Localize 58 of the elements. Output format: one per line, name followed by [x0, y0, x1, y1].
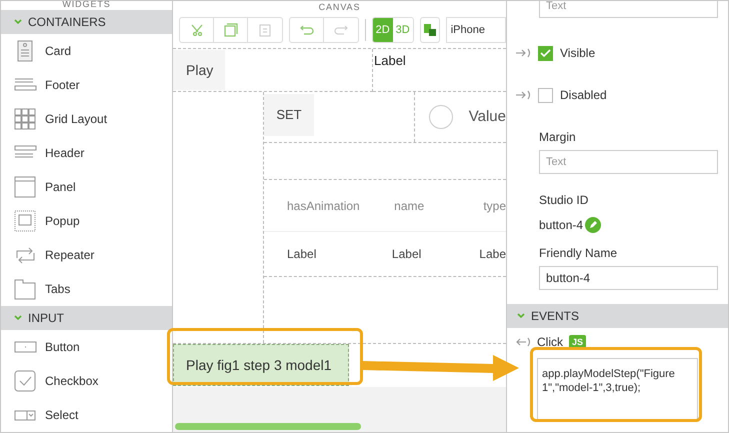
tabs-widget-icon: [14, 278, 37, 300]
device-select[interactable]: iPhone: [446, 17, 506, 43]
widget-item[interactable]: Footer: [1, 68, 172, 102]
field-label: Friendly Name: [539, 246, 618, 260]
section-header[interactable]: EVENTS: [507, 304, 728, 328]
panel-widget-icon: [14, 176, 37, 198]
panel-title: WIDGETS: [61, 1, 112, 10]
binding-out-icon: [515, 336, 531, 346]
popup-widget-icon: [14, 210, 37, 232]
orientation-icon: [422, 23, 437, 37]
rotate-button[interactable]: [420, 17, 440, 43]
section-header[interactable]: CONTAINERS: [1, 10, 172, 34]
checkbox-widget-icon: [14, 370, 37, 392]
table-cell-text: Label: [390, 246, 422, 263]
checkbox-row[interactable]: Visible: [507, 32, 728, 74]
chevron-icon: [14, 315, 22, 321]
widget-item[interactable]: Card: [1, 34, 172, 68]
selected-button[interactable]: Play fig1 step 3 model1: [173, 344, 349, 386]
chevron-icon: [14, 19, 22, 25]
field-label: Studio ID: [539, 193, 590, 207]
binding-in-icon: [515, 90, 531, 100]
binding-in-icon: [515, 48, 531, 58]
event-label: Click: [537, 334, 563, 350]
widget-item[interactable]: Tabs: [1, 272, 172, 306]
radio-option[interactable]: Value: [414, 92, 506, 142]
widget-item[interactable]: Button: [1, 330, 172, 364]
widget-item[interactable]: Popup: [1, 204, 172, 238]
table-cell-text: Label: [286, 246, 318, 263]
column-header: name: [393, 198, 426, 214]
scrollbar-thumb[interactable]: [175, 423, 361, 430]
grid-widget-icon: [14, 108, 37, 130]
copy-icon: [224, 23, 238, 37]
set-button[interactable]: SET: [264, 94, 314, 136]
panel-title: CANVAS: [173, 1, 506, 15]
table-cell-text: Labe: [478, 246, 506, 263]
friendly-name-field[interactable]: button-4: [539, 266, 718, 290]
chevron-icon: [517, 313, 525, 319]
studio-id-value: button-4: [539, 217, 584, 234]
paste-icon: [259, 23, 271, 37]
widget-item[interactable]: Panel: [1, 170, 172, 204]
code-field[interactable]: app.playModelStep("Figure 1","model-1",3,true);: [537, 358, 698, 420]
edit-icon[interactable]: [585, 217, 602, 233]
redo-icon: [333, 25, 349, 35]
label-text: Label: [373, 53, 406, 68]
widget-item[interactable]: Header: [1, 136, 172, 170]
field-label: Margin: [539, 130, 577, 144]
undo-icon: [298, 25, 314, 35]
widget-item[interactable]: Grid Layout: [1, 102, 172, 136]
widget-item[interactable]: Repeater: [1, 238, 172, 272]
column-header: hasAnimation: [286, 198, 361, 214]
column-header: type: [482, 198, 506, 214]
checkbox-row[interactable]: Disabled: [507, 74, 728, 116]
section-header[interactable]: INPUT: [1, 306, 172, 330]
scissors-icon: [190, 24, 204, 36]
widget-item[interactable]: Checkbox: [1, 364, 172, 398]
play-button[interactable]: Play: [173, 50, 225, 90]
check-icon: [540, 48, 551, 58]
widget-item[interactable]: Select: [1, 398, 172, 432]
